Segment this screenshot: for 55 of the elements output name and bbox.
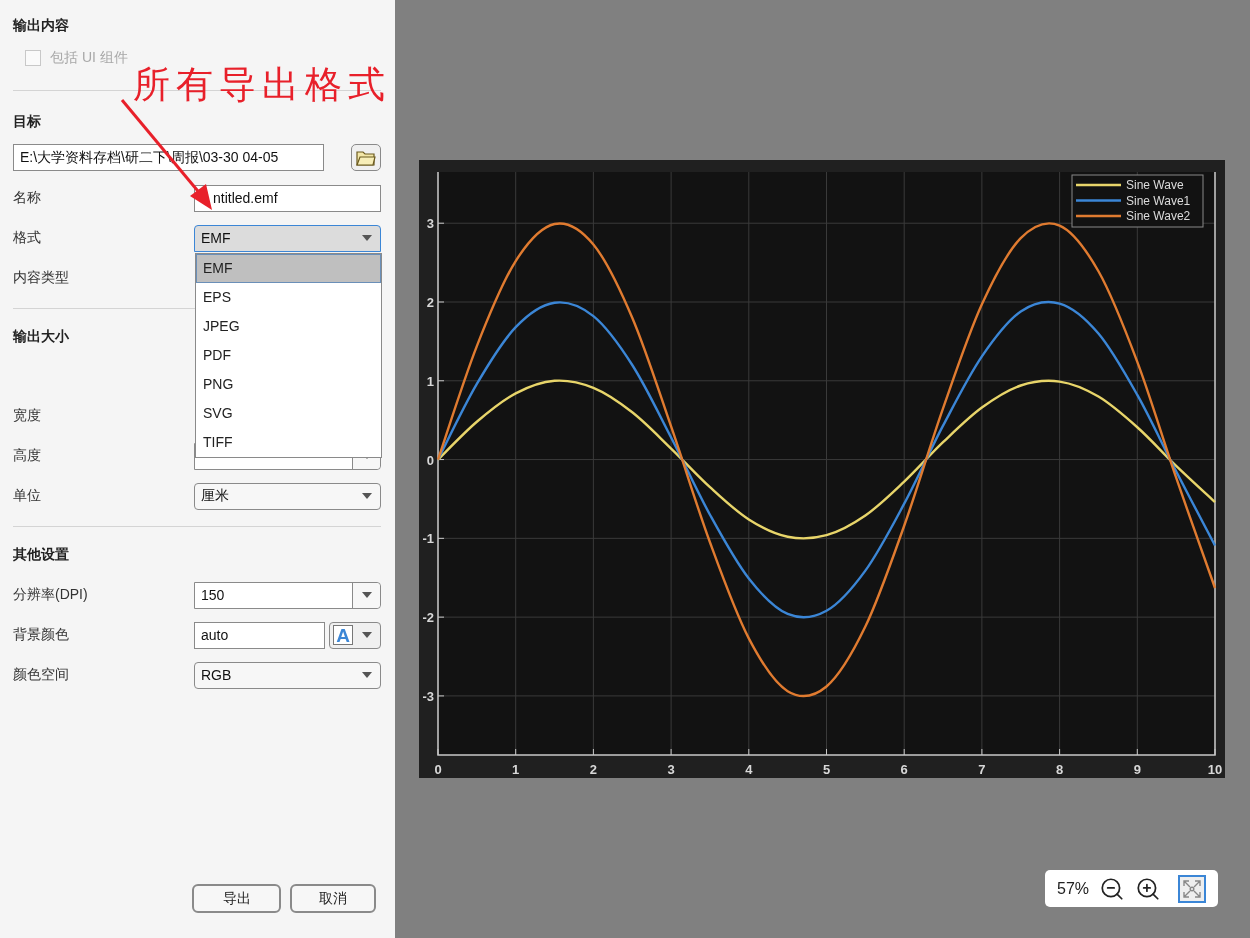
tick-label: -2 <box>422 610 434 626</box>
browse-button[interactable] <box>351 144 381 171</box>
colorspace-dropdown[interactable]: RGB <box>194 661 381 689</box>
tick-label: 1 <box>512 762 520 777</box>
export-button[interactable]: 导出 <box>192 884 281 913</box>
field-label: 分辨率(DPI) <box>13 586 88 604</box>
legend-label: Sine Wave1 <box>1126 193 1191 208</box>
zoom-in-button[interactable] <box>1135 875 1162 902</box>
name-field[interactable]: ntitled.emf <box>194 184 381 212</box>
units-dropdown[interactable]: 厘米 <box>194 482 381 510</box>
legend-line <box>1076 199 1121 202</box>
tick-label: 8 <box>1056 762 1064 777</box>
tick-label: 1 <box>426 373 434 389</box>
tick-label: 2 <box>426 295 434 310</box>
legend-line <box>1076 183 1121 187</box>
field-label: 名称 <box>13 189 41 207</box>
expand-icon <box>1182 878 1203 899</box>
zoom-out-button[interactable] <box>1099 875 1126 902</box>
field-label: 宽度 <box>13 407 41 425</box>
legend-label: Sine Wave <box>1126 178 1184 192</box>
legend-line <box>1076 214 1121 218</box>
tick-label: 4 <box>745 762 753 777</box>
field-label: 内容类型 <box>13 269 69 287</box>
cancel-button[interactable]: 取消 <box>290 884 376 913</box>
checkbox-label: 包括 UI 组件 <box>50 49 128 67</box>
annotation-text: 所有导出格式 <box>133 62 391 108</box>
format-option[interactable]: EMF <box>196 253 381 283</box>
section-heading: 其他设置 <box>13 545 69 564</box>
field-label: 格式 <box>13 229 41 247</box>
tick-label: 0 <box>434 762 442 777</box>
section-heading: 目标 <box>13 112 41 131</box>
zoom-percent: 57% <box>1057 879 1090 898</box>
field-label: 高度 <box>13 447 41 465</box>
tick-label: -1 <box>422 531 434 547</box>
tick-label: 3 <box>426 216 434 232</box>
tick-label: 9 <box>1133 762 1141 777</box>
folder-icon <box>356 149 376 166</box>
tick-label: 5 <box>822 762 831 777</box>
field-label: 单位 <box>13 487 41 505</box>
dpi-combobox[interactable]: 150 <box>194 581 381 609</box>
tick-label: 0 <box>426 452 434 468</box>
tick-label: 3 <box>667 762 675 777</box>
field-label: 颜色空间 <box>13 666 69 684</box>
tick-label: 2 <box>589 762 597 777</box>
color-picker-button[interactable]: A <box>329 621 381 649</box>
section-heading: 输出内容 <box>13 16 69 35</box>
tick-label: 7 <box>978 762 986 777</box>
tick-label: 10 <box>1207 762 1223 777</box>
fit-button[interactable] <box>1178 874 1207 903</box>
tick-label: -3 <box>422 688 434 704</box>
section-heading: 输出大小 <box>13 327 69 346</box>
legend-label: Sine Wave2 <box>1126 209 1191 223</box>
tick-label: 6 <box>900 762 908 777</box>
background-color-field[interactable]: auto <box>194 621 325 649</box>
field-label: 背景颜色 <box>13 626 69 644</box>
